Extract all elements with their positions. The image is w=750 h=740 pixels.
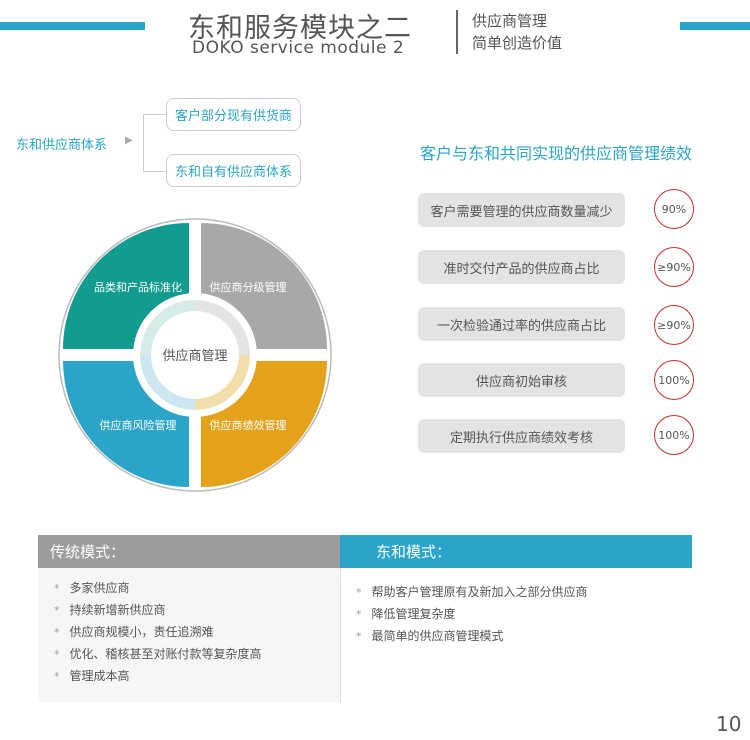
panel-divider: [340, 568, 341, 702]
list-item-text: 管理成本高: [69, 669, 130, 683]
metric-badge-1: 90%: [654, 189, 694, 229]
page-number: 10: [716, 712, 742, 736]
list-item: * 优化、稽核甚至对账付款等复杂度高: [54, 645, 262, 662]
list-item: * 供应商规模小，责任追溯难: [54, 623, 214, 640]
bullet-star-icon: *: [356, 630, 362, 643]
metric-on-time-delivery: 准时交付产品的供应商占比: [418, 250, 625, 284]
branch-bracket: [143, 114, 168, 172]
list-item: * 多家供应商: [54, 579, 130, 596]
system-option-doko-suppliers: 东和自有供应商体系: [166, 154, 302, 187]
list-item-text: 优化、稽核甚至对账付款等复杂度高: [69, 647, 262, 661]
list-item: * 降低管理复杂度: [356, 605, 456, 622]
title-divider: [456, 10, 458, 54]
bullet-star-icon: *: [54, 626, 60, 639]
bullet-star-icon: *: [356, 586, 362, 599]
performance-title: 客户与东和共同实现的供应商管理绩效: [420, 144, 693, 163]
list-item: * 持续新增新供应商: [54, 601, 166, 618]
metric-periodic-evaluation: 定期执行供应商绩效考核: [418, 419, 625, 453]
list-item: * 帮助客户管理原有及新加入之部分供应商: [356, 583, 588, 600]
list-item-text: 多家供应商: [69, 581, 130, 595]
list-item-text: 持续新增新供应商: [69, 603, 166, 617]
supplier-system-label: 东和供应商体系: [16, 138, 108, 153]
metric-badge-5: 100%: [654, 415, 694, 455]
wheel-center-label: 供应商管理: [162, 348, 227, 364]
bullet-star-icon: *: [54, 604, 60, 617]
list-item: * 最简单的供应商管理模式: [356, 627, 504, 644]
supplier-management-wheel: 供应商管理 品类和产品标准化 供应商分级管理 供应商风险管理 供应商绩效管理: [58, 218, 332, 492]
header-accent-bar-left: [0, 22, 145, 30]
bullet-star-icon: *: [54, 670, 60, 683]
subtitle-line-2: 简单创造价值: [472, 34, 563, 52]
wheel-label-risk: 供应商风险管理: [100, 418, 177, 432]
system-option-existing-suppliers: 客户部分现有供货商: [166, 98, 302, 131]
subtitle-line-1: 供应商管理: [472, 12, 548, 30]
bullet-star-icon: *: [356, 608, 362, 621]
metric-first-pass-inspection: 一次检验通过率的供应商占比: [418, 307, 625, 341]
list-item: * 管理成本高: [54, 667, 130, 684]
metric-badge-4: 100%: [654, 360, 694, 400]
metric-initial-audit: 供应商初始审核: [418, 363, 625, 397]
traditional-mode-heading: 传统模式：: [38, 535, 340, 568]
bullet-star-icon: *: [54, 582, 60, 595]
list-item-text: 降低管理复杂度: [371, 607, 456, 621]
bullet-star-icon: *: [54, 648, 60, 661]
list-item-text: 最简单的供应商管理模式: [371, 629, 504, 643]
list-item-text: 供应商规模小，责任追溯难: [69, 625, 214, 639]
page-title-english: DOKO service module 2: [192, 38, 405, 58]
wheel-label-performance: 供应商绩效管理: [210, 418, 287, 432]
list-item-text: 帮助客户管理原有及新加入之部分供应商: [371, 585, 588, 599]
wheel-label-grading: 供应商分级管理: [210, 280, 287, 294]
header-accent-bar-right: [680, 22, 750, 30]
arrow-right-icon: ▶: [125, 135, 133, 146]
metric-supplier-reduction: 客户需要管理的供应商数量减少: [418, 193, 625, 227]
wheel-label-standardization: 品类和产品标准化: [94, 280, 182, 294]
metric-badge-2: ≥90%: [654, 247, 694, 287]
doko-mode-heading: 东和模式：: [340, 535, 692, 568]
metric-badge-3: ≥90%: [654, 305, 694, 345]
